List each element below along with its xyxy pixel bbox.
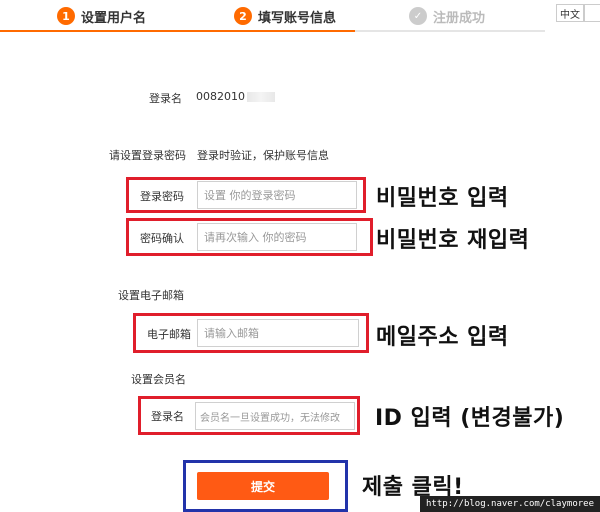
password-section-hint: 登录时验证，保护账号信息 — [197, 149, 329, 162]
confirm-input[interactable]: 请再次输入 你的密码 — [197, 223, 357, 251]
email-annotation: 메일주소 입력 — [376, 325, 509, 350]
step-1: 1 设置用户名 — [57, 6, 146, 26]
confirm-label: 密码确认 — [140, 232, 184, 245]
email-placeholder: 请输入邮箱 — [204, 327, 259, 340]
login-name-label: 登录名 — [149, 92, 182, 105]
step-1-number: 1 — [57, 7, 75, 25]
password-input[interactable]: 设置 你的登录密码 — [197, 181, 357, 209]
language-toggle-alt[interactable] — [584, 4, 600, 22]
registration-steps: 1 设置用户名 2 填写账号信息 ✓ 注册成功 中文 — [0, 0, 600, 34]
email-label: 电子邮箱 — [147, 328, 191, 341]
check-icon: ✓ — [409, 7, 427, 25]
step-3-label: 注册成功 — [433, 10, 486, 26]
password-annotation: 비밀번호 입력 — [376, 186, 509, 211]
member-annotation: ID 입력 (변경불가) — [375, 406, 565, 431]
submit-button[interactable]: 提交 — [197, 472, 329, 500]
member-placeholder: 会员名一旦设置成功，无法修改 — [200, 412, 340, 424]
step-2-label: 填写账号信息 — [258, 10, 337, 26]
member-label: 登录名 — [151, 410, 184, 423]
email-section-label: 设置电子邮箱 — [118, 289, 184, 302]
language-toggle[interactable]: 中文 — [556, 4, 584, 22]
password-section-label: 请设置登录密码 — [109, 149, 186, 162]
progress-remaining — [355, 30, 545, 32]
password-label: 登录密码 — [140, 190, 184, 203]
member-input[interactable]: 会员名一旦设置成功，无法修改 — [195, 402, 355, 430]
watermark: http://blog.naver.com/claymoree — [420, 496, 600, 512]
confirm-annotation: 비밀번호 재입력 — [376, 228, 530, 253]
progress-filled — [0, 30, 355, 32]
member-section-label: 设置会员名 — [131, 373, 186, 386]
login-name-value: 0082010 — [196, 90, 275, 103]
step-2-number: 2 — [234, 7, 252, 25]
redacted-blur — [247, 92, 275, 102]
step-2: 2 填写账号信息 — [234, 6, 336, 26]
password-placeholder: 设置 你的登录密码 — [204, 189, 296, 202]
step-1-label: 设置用户名 — [81, 10, 147, 26]
step-3: ✓ 注册成功 — [409, 6, 485, 26]
email-input[interactable]: 请输入邮箱 — [197, 319, 359, 347]
login-name-text: 0082010 — [196, 90, 245, 103]
confirm-placeholder: 请再次输入 你的密码 — [204, 231, 307, 244]
